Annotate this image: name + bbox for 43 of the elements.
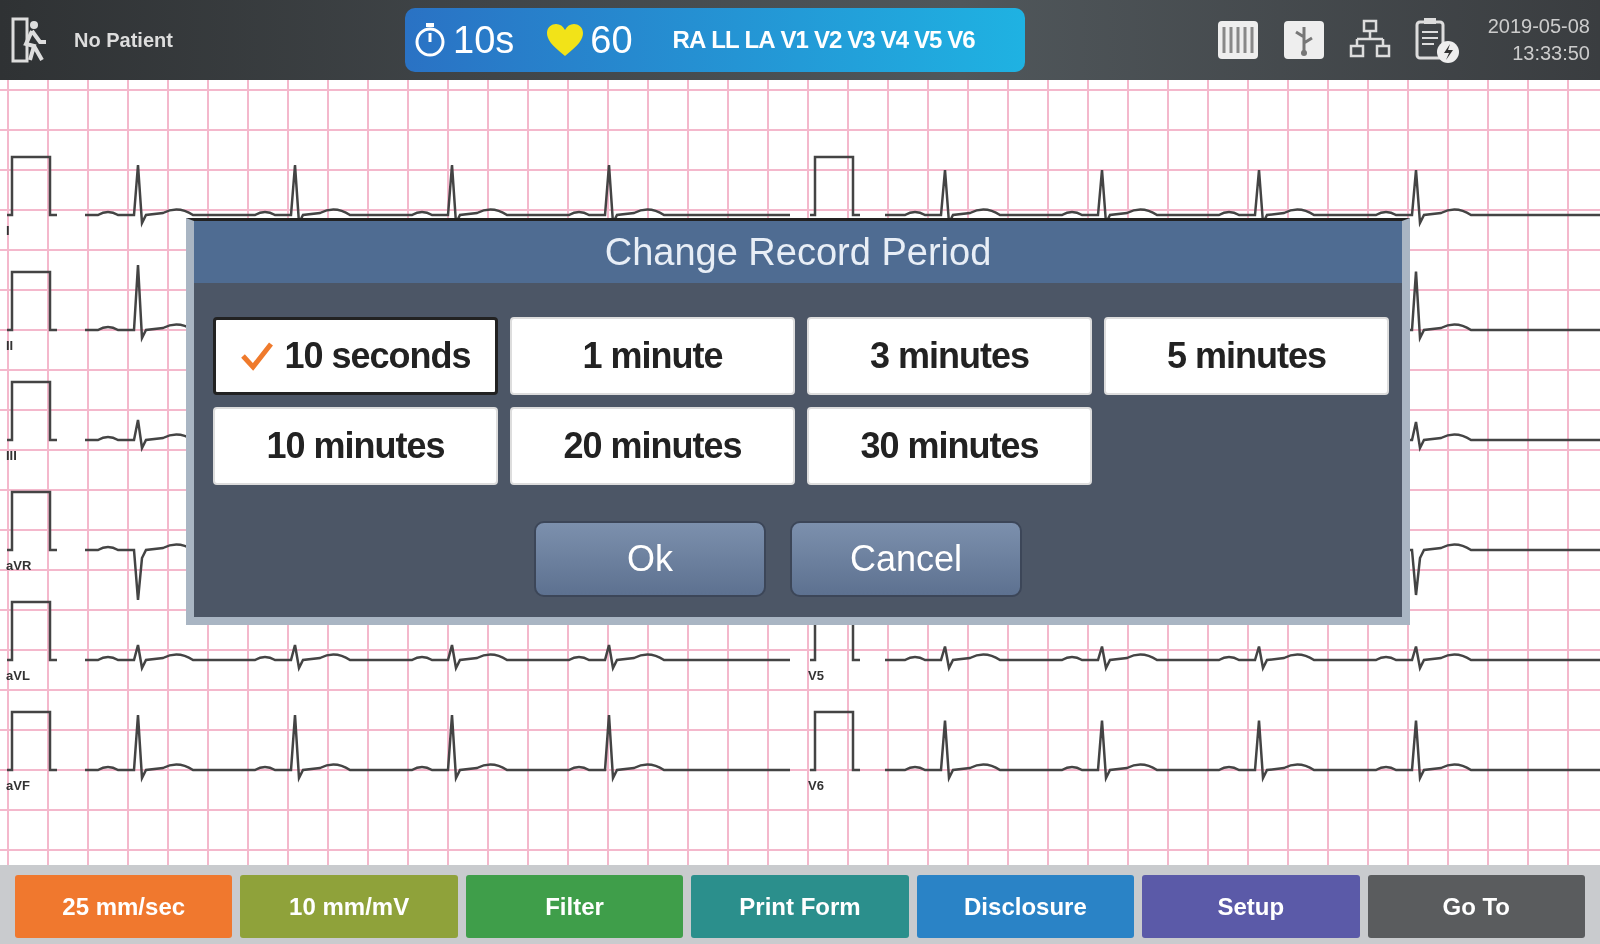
period-option[interactable]: 3 minutes (807, 317, 1092, 395)
lead-indicator: V6 (947, 26, 975, 54)
lead-indicator: V3 (847, 26, 875, 54)
columns-icon[interactable] (1215, 19, 1260, 61)
period-option[interactable]: 30 minutes (807, 407, 1092, 485)
lead-indicator: V4 (880, 26, 908, 54)
toolbar-button[interactable]: Setup (1142, 875, 1360, 938)
record-period: 10s (453, 18, 515, 62)
toolbar-button[interactable]: Print Form (691, 875, 909, 938)
time-text: 13:33:50 (1512, 42, 1590, 65)
toolbar-button[interactable]: Filter (465, 875, 684, 938)
patient-label[interactable]: No Patient (74, 28, 173, 52)
lead-indicator: V5 (914, 26, 942, 54)
period-option[interactable]: 20 minutes (510, 407, 795, 485)
lead-label: III (6, 448, 17, 463)
toolbar-button[interactable]: Disclosure (916, 875, 1135, 938)
period-option[interactable]: 5 minutes (1104, 317, 1389, 395)
period-option[interactable]: 10 minutes (213, 407, 498, 485)
lead-label: II (6, 338, 14, 353)
heart-icon (546, 23, 585, 57)
lead-label: V5 (808, 668, 824, 683)
lead-indicator: V2 (813, 26, 842, 54)
lead-label: I (6, 223, 10, 238)
lead-indicator: LL (711, 26, 739, 54)
dialog-button[interactable]: Cancel (790, 521, 1022, 597)
lead-label: aVL (6, 668, 30, 683)
checkmark-icon (240, 341, 275, 371)
lead-label: V6 (808, 778, 824, 793)
lead-indicator: RA (672, 26, 706, 54)
lead-indicator: V1 (780, 26, 808, 54)
lead-indicator: LA (744, 26, 775, 54)
date-text: 2019-05-08 (1487, 15, 1590, 38)
heart-rate: 60 (590, 18, 633, 62)
stopwatch-icon (413, 21, 447, 59)
dialog-title: Change Record Period (194, 221, 1402, 283)
period-option[interactable]: 1 minute (510, 317, 795, 395)
lead-label: aVR (6, 558, 32, 573)
usb-icon[interactable] (1281, 19, 1326, 61)
lead-label: aVF (6, 778, 30, 793)
toolbar-button[interactable]: Go To (1367, 875, 1585, 938)
dialog-button[interactable]: Ok (534, 521, 766, 597)
battery-icon[interactable] (1413, 16, 1462, 64)
period-option[interactable]: 10 seconds (213, 317, 498, 395)
